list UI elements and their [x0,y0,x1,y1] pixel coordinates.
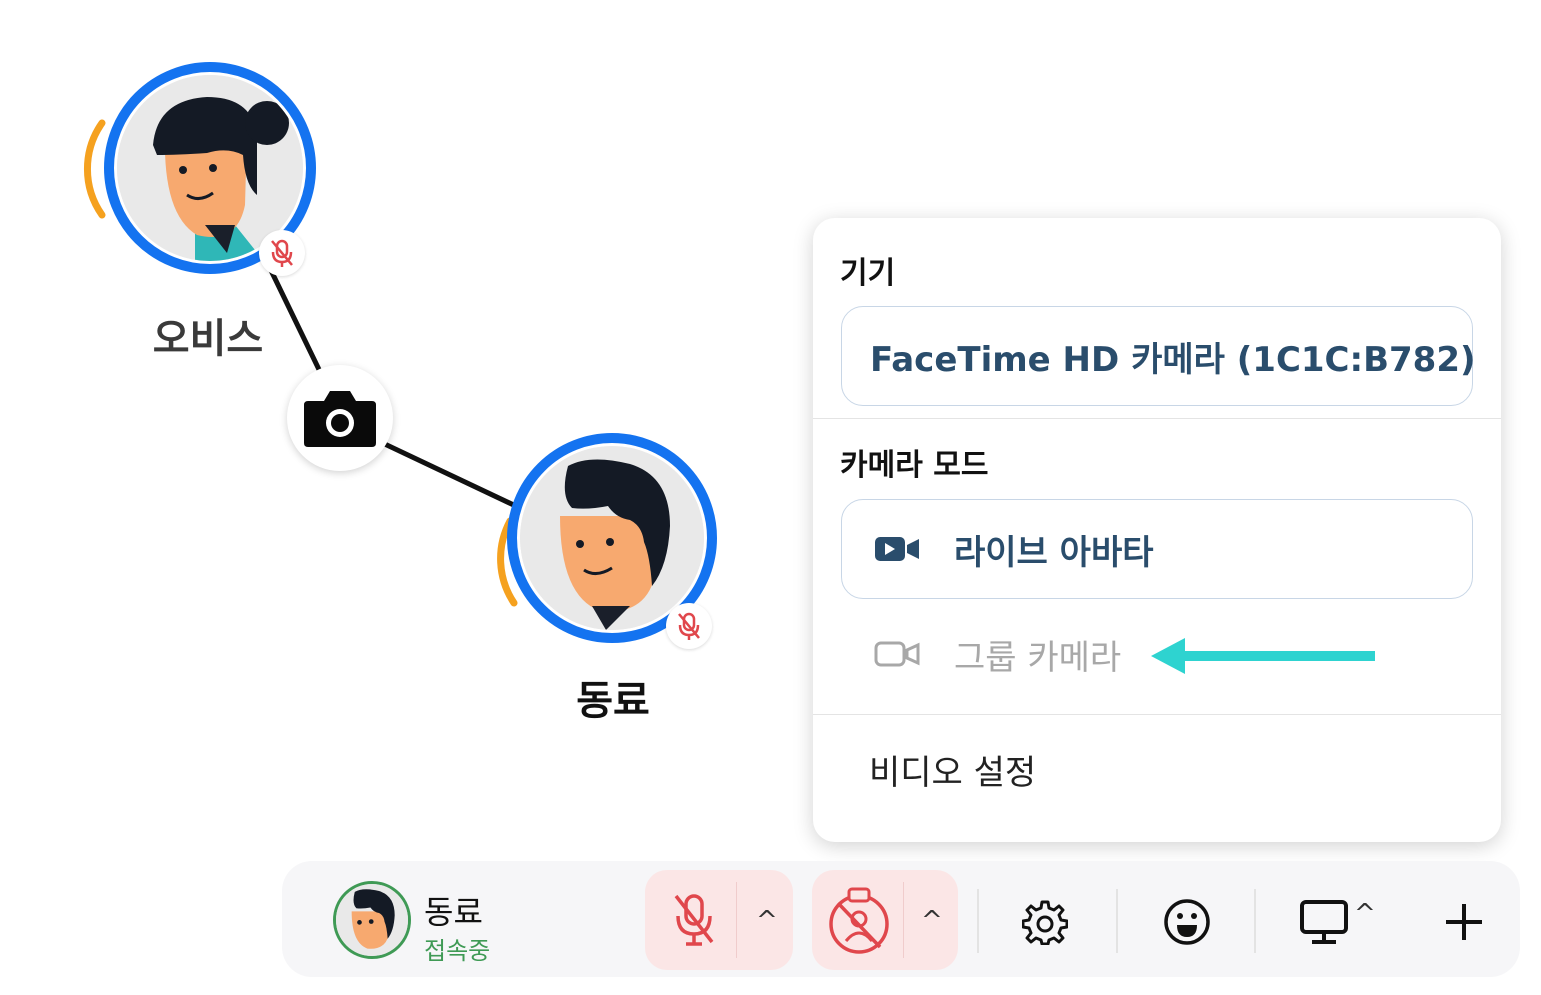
emoji-icon [1164,899,1210,945]
monitor-icon [1300,900,1348,944]
camera-icon [304,391,376,447]
link-line-colleague [370,435,522,511]
video-filled-icon [875,537,919,561]
divider [813,418,1501,419]
mic-options-caret[interactable]: ^ [756,906,778,936]
camera-control-group: ^ [812,870,958,970]
divider [1116,889,1118,953]
mode-section-title: 카메라 모드 [840,448,989,483]
screen-share-button[interactable] [1296,897,1352,947]
camera-avatar-off-icon [829,887,889,954]
divider [813,714,1501,715]
self-status: 접속중 [424,937,491,965]
mode-label: 라이브 아바타 [954,532,1154,573]
divider [1254,889,1256,953]
camera-toggle-button[interactable] [822,882,896,958]
mic-off-icon [678,612,700,640]
camera-device-select[interactable]: FaceTime HD 카메라 (1C1C:B782) [841,306,1476,406]
add-button[interactable] [1439,897,1489,947]
mic-off-icon [674,894,714,946]
video-settings-item[interactable]: 비디오 설정 [869,745,1036,794]
camera-node[interactable] [287,365,393,471]
selected-device-label: FaceTime HD 카메라 (1C1C:B782) [870,339,1476,380]
settings-button[interactable] [1018,895,1072,949]
participant-name: 오비스 [152,316,264,362]
video-outline-icon [874,641,920,667]
mic-muted-badge [666,603,712,649]
device-section-title: 기기 [840,256,896,291]
mic-off-icon [271,239,293,267]
mic-control-group: ^ [645,870,793,970]
camera-settings-popup: 기기 FaceTime HD 카메라 (1C1C:B782) 카메라 모드 라이… [813,218,1501,842]
divider [736,882,737,958]
participant-name: 동료 [576,678,650,724]
gear-icon [1022,900,1068,945]
divider [903,882,904,958]
emoji-button[interactable] [1160,895,1214,949]
self-name: 동료 [424,893,483,931]
mic-toggle-button[interactable] [659,884,729,954]
screen-options-caret[interactable]: ^ [1354,899,1376,929]
self-avatar[interactable] [333,881,411,959]
mic-muted-badge [259,230,305,276]
mode-option-live-avatar[interactable]: 라이브 아바타 [841,499,1473,599]
plus-icon [1446,904,1482,940]
mode-label: 그룹 카메라 [954,637,1122,678]
divider [977,889,979,953]
bottom-toolbar: 동료 접속중 ^ ^ ^ [282,861,1520,977]
camera-options-caret[interactable]: ^ [921,906,943,936]
pointer-arrow-icon [1151,638,1375,674]
avatar [520,446,704,630]
